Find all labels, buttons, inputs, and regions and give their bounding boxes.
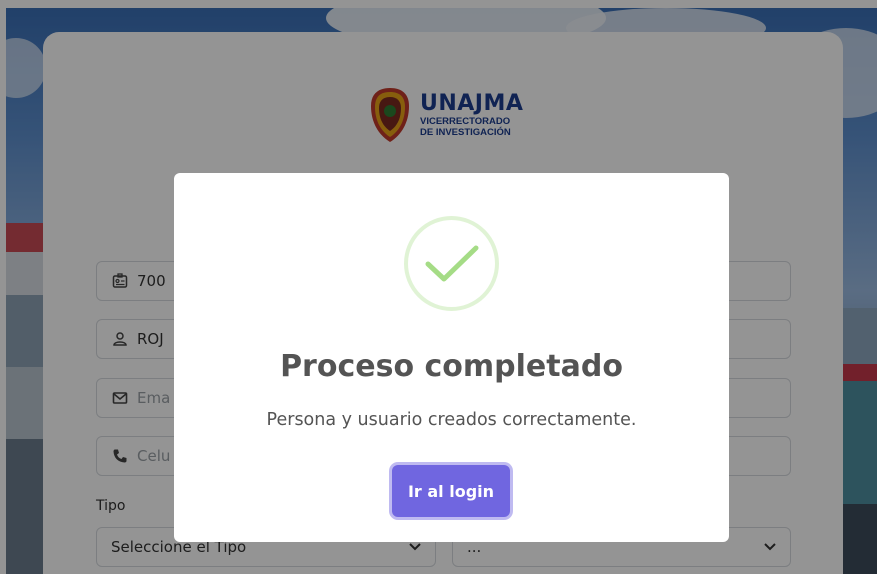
dialog-title: Proceso completado: [280, 349, 623, 384]
go-to-login-button[interactable]: Ir al login: [392, 465, 510, 517]
dialog-message: Persona y usuario creados correctamente.: [266, 410, 637, 430]
success-check-icon: [404, 216, 499, 311]
success-dialog: Proceso completado Persona y usuario cre…: [174, 173, 729, 542]
